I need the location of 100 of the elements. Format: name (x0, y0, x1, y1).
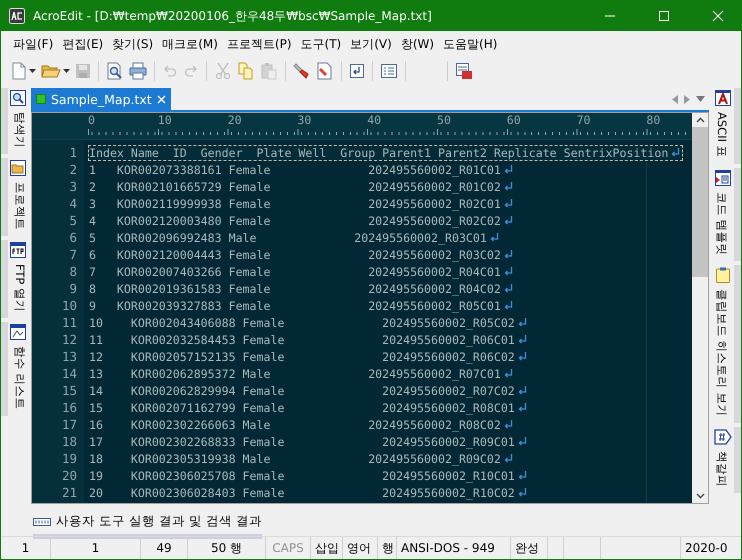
ruler-number: 40 (367, 113, 382, 127)
code-line: 2 KOR002101665729 Female 202495560002_R01C02 (89, 180, 501, 194)
line-break-icon (518, 403, 527, 412)
line-break-icon (504, 454, 513, 463)
vertical-scrollbar[interactable] (692, 113, 708, 503)
code-line: 14 KOR002062829994 Female 202495560002_R07C02 (89, 384, 515, 398)
side-panel-tab[interactable]: 클립보드 히스토리 보기 (709, 265, 741, 423)
line-number: 4 (68, 196, 77, 211)
line-break-icon (518, 471, 527, 480)
panel-label: 함수 리스트 (12, 346, 27, 410)
line-break-icon (671, 148, 680, 157)
text-editor[interactable] (31, 112, 709, 504)
code-line: 13 KOR002062895372 Male 202495560002_R07C01 (89, 366, 501, 380)
menu-item[interactable]: 편집(E) (62, 34, 104, 55)
panel-label: 프로젝트 (12, 182, 27, 230)
ruler-number: 70 (576, 113, 592, 127)
line-number: 5 (68, 213, 77, 228)
panel-label: ASCII 표 (714, 112, 729, 158)
scroll-left-icon[interactable] (672, 94, 678, 104)
file-tab[interactable]: Sample_Map.txt (31, 88, 171, 110)
tab-list-icon[interactable] (696, 96, 705, 102)
close-icon[interactable] (712, 10, 724, 22)
line-break-icon (504, 165, 513, 174)
menu-item[interactable]: 도움말(H) (443, 34, 498, 55)
code-line: 15 KOR002071162799 Female 202495560002_R08C01 (89, 400, 515, 414)
side-panel-tab[interactable]: 코드 템플릿 (709, 168, 741, 262)
code-line: 8 KOR002019361583 Female 202495560002_R04C02 (89, 282, 501, 296)
line-number: 7 (68, 247, 77, 262)
line-number: 17 (60, 417, 77, 432)
code-line: 11 KOR002032584453 Female 202495560002_R06C01 (89, 332, 515, 346)
line-number: 20 (60, 468, 77, 483)
ruler-number: 20 (228, 113, 243, 127)
calendar-icon[interactable] (455, 62, 473, 80)
side-panel-tab[interactable]: ASCII 표 (709, 88, 741, 164)
highlighter-icon[interactable] (293, 62, 311, 80)
code-line: 9 KOR002039327883 Female 202495560002_R05C01 (89, 298, 501, 312)
menu-item[interactable]: 보기(V) (350, 34, 392, 55)
line-number: 8 (68, 264, 77, 279)
line-number: 6 (68, 230, 77, 245)
status-field: CAPS (266, 537, 311, 559)
file-status-icon (36, 94, 46, 104)
status-field: 행 (378, 537, 397, 559)
line-number: 15 (60, 383, 77, 398)
line-break-icon (518, 335, 527, 344)
side-panel-tab[interactable]: 책갈피 (709, 426, 741, 493)
ruler-number: 10 (158, 113, 173, 127)
code-line: 6 KOR002120004443 Female 202495560002_R03C02 (89, 248, 501, 262)
printer-icon[interactable] (129, 62, 147, 80)
scrollbar-thumb[interactable] (692, 127, 708, 277)
line-break-icon (518, 386, 527, 395)
line-number: 14 (60, 366, 77, 381)
line-break-icon (518, 437, 527, 446)
code-line: 16 KOR002302266063 Male 202495560002_R08C02 (89, 418, 501, 432)
clipboard-icon (716, 267, 730, 284)
app-logo-icon (9, 8, 25, 24)
line-number: 16 (60, 400, 77, 415)
binary-icon (33, 516, 51, 526)
panel-label: 코드 템플릿 (714, 192, 729, 256)
menu-item[interactable]: 찾기(S) (112, 34, 154, 55)
line-number: 2 (68, 162, 77, 177)
menu-item[interactable]: 도구(T) (300, 34, 342, 55)
scroll-right-icon[interactable] (684, 94, 690, 104)
line-break-icon (504, 420, 513, 429)
line-break-icon (518, 488, 527, 497)
line-break-icon (518, 318, 527, 327)
template-window-icon (714, 170, 730, 186)
code-line: 10 KOR002043406088 Female 202495560002_R05C02 (89, 316, 515, 330)
output-panel-tab[interactable]: 사용자 도구 실행 결과 및 검색 결과 (33, 508, 262, 539)
menu-item[interactable]: 창(W) (400, 34, 434, 55)
line-break-icon (504, 369, 513, 378)
code-line: 17 KOR002302268833 Female 202495560002_R09C01 (89, 434, 515, 448)
code-line: Index Name ID Gender Plate Well Group Parent1 Parent2 Replicate SentrixPosition (89, 146, 668, 160)
marked-page-icon[interactable] (316, 62, 334, 80)
menu-item[interactable]: 프로젝트(P) (226, 34, 292, 55)
line-break-icon (504, 216, 513, 225)
maximize-icon[interactable] (658, 10, 670, 22)
line-number: 18 (60, 434, 77, 449)
print-preview-icon[interactable] (106, 62, 124, 80)
line-number: 12 (60, 332, 77, 347)
scroll-up-icon[interactable] (696, 117, 704, 123)
ruler-number: 0 (88, 113, 96, 127)
line-number: 10 (60, 298, 77, 313)
line-break-icon (504, 182, 513, 191)
list-icon[interactable] (380, 63, 398, 79)
line-number: 19 (60, 451, 77, 466)
copy-icon[interactable] (237, 62, 255, 80)
line-number: 1 (68, 145, 77, 160)
ruler-number: 30 (297, 113, 312, 127)
dropdown-caret-icon[interactable] (29, 69, 36, 73)
line-break-icon (504, 267, 513, 276)
line-number: 21 (60, 485, 77, 500)
bookmark-tag-icon (714, 428, 732, 445)
line-break-icon (504, 199, 513, 208)
menu-item[interactable]: 파일(F) (13, 34, 54, 55)
close-tab-icon[interactable] (156, 94, 166, 104)
scroll-down-icon[interactable] (696, 493, 704, 499)
menu-item[interactable]: 매크로(M) (162, 34, 218, 55)
code-line: 1 KOR002073388161 Female 202495560002_R01C01 (89, 162, 501, 176)
status-field: 삽입 (311, 537, 343, 559)
dropdown-caret-icon[interactable] (63, 69, 70, 73)
